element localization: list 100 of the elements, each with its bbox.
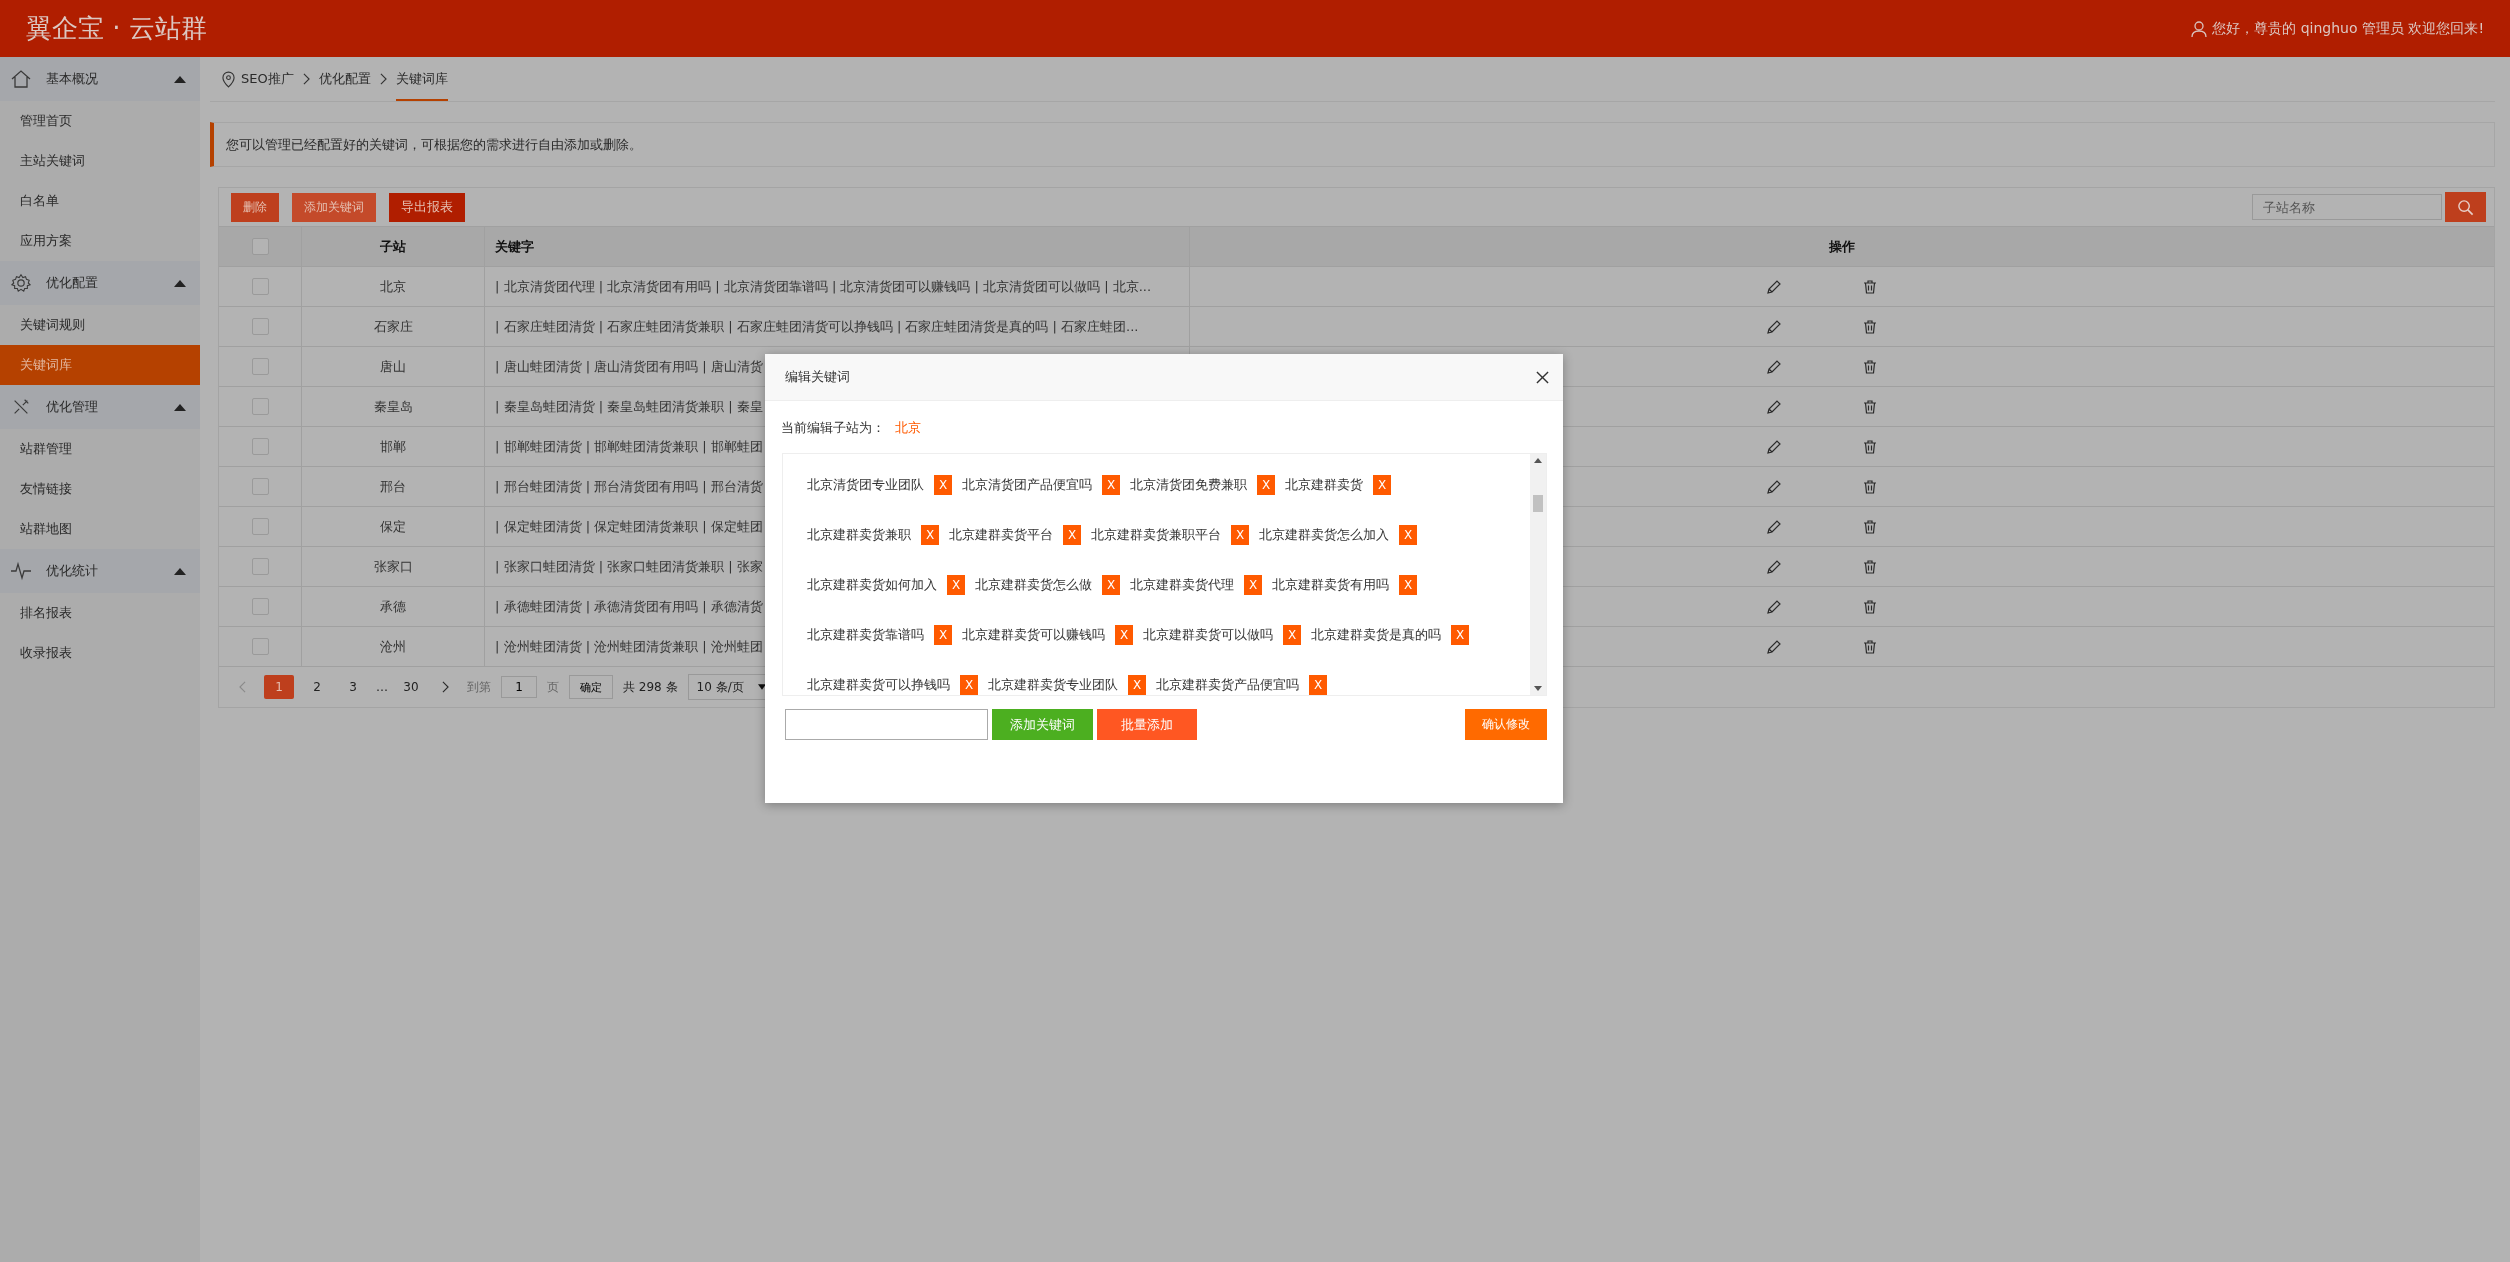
remove-button[interactable]: X [1451, 625, 1469, 645]
remove-button[interactable]: X [1102, 475, 1120, 495]
pencil-icon[interactable] [1766, 558, 1782, 575]
checkbox[interactable] [251, 438, 269, 455]
keyword-input[interactable] [785, 709, 988, 740]
page-ellipsis: … [376, 680, 388, 694]
scroll-down-icon[interactable] [1534, 686, 1542, 691]
caret-icon [174, 279, 186, 287]
page-button[interactable]: 3 [340, 675, 366, 699]
remove-button[interactable]: X [1399, 525, 1417, 545]
sidebar-item[interactable]: 排名报表 [0, 593, 200, 633]
trash-icon[interactable] [1862, 398, 1878, 415]
remove-button[interactable]: X [1115, 625, 1133, 645]
sidebar-item[interactable]: 收录报表 [0, 633, 200, 673]
column-header: 关键字 [495, 237, 534, 256]
scrollbar[interactable] [1530, 454, 1546, 695]
sidebar-group[interactable]: 优化统计 [0, 549, 200, 593]
remove-button[interactable]: X [921, 525, 939, 545]
checkbox[interactable] [251, 638, 269, 655]
pencil-icon[interactable] [1766, 398, 1782, 415]
breadcrumb-link[interactable]: SEO推广 [241, 57, 294, 101]
search-field[interactable]: 子站名称 [2252, 194, 2442, 220]
keyword-tag: 北京建群卖货有用吗 [1272, 576, 1389, 594]
toolbar-button[interactable]: 导出报表 [389, 192, 465, 222]
checkbox[interactable] [251, 358, 269, 375]
trash-icon[interactable] [1862, 598, 1878, 615]
remove-button[interactable]: X [1309, 675, 1327, 695]
sidebar-item[interactable]: 应用方案 [0, 221, 200, 261]
remove-button[interactable]: X [1102, 575, 1120, 595]
sidebar-item[interactable]: 友情链接 [0, 469, 200, 509]
toolbar-button[interactable]: 删除 [231, 192, 279, 222]
scroll-up-icon[interactable] [1534, 458, 1542, 463]
table-cell: | 邯郸蛙团清货 | 邯郸蛙团清货兼职 | 邯郸蛙团 [495, 437, 763, 456]
chevron-right-icon[interactable] [442, 681, 449, 693]
scroll-thumb[interactable] [1533, 495, 1543, 512]
keyword-tag: 北京建群卖货怎么做 [975, 576, 1092, 594]
add-keyword-button[interactable]: 添加关键词 [992, 709, 1093, 740]
sidebar-group[interactable]: 优化管理 [0, 385, 200, 429]
pencil-icon[interactable] [1766, 358, 1782, 375]
toolbar-button[interactable]: 添加关键词 [292, 192, 376, 222]
trash-icon[interactable] [1862, 558, 1878, 575]
remove-button[interactable]: X [1244, 575, 1262, 595]
remove-button[interactable]: X [1128, 675, 1146, 695]
page-button[interactable]: 1 [264, 675, 294, 699]
pencil-icon[interactable] [1766, 638, 1782, 655]
pencil-icon[interactable] [1766, 318, 1782, 335]
sidebar-item[interactable]: 关键词规则 [0, 305, 200, 345]
trash-icon[interactable] [1862, 478, 1878, 495]
column-header: 操作 [1828, 237, 1856, 256]
page-button[interactable]: 2 [304, 675, 330, 699]
keyword-tag: 北京清货团免费兼职 [1130, 476, 1247, 494]
checkbox[interactable] [251, 238, 269, 255]
page-input[interactable]: 1 [501, 676, 537, 698]
remove-button[interactable]: X [1063, 525, 1081, 545]
sidebar-item[interactable]: 站群地图 [0, 509, 200, 549]
trash-icon[interactable] [1862, 438, 1878, 455]
remove-button[interactable]: X [934, 475, 952, 495]
checkbox[interactable] [251, 398, 269, 415]
checkbox[interactable] [251, 598, 269, 615]
trash-icon[interactable] [1862, 278, 1878, 295]
remove-button[interactable]: X [1231, 525, 1249, 545]
close-icon[interactable] [1536, 370, 1549, 384]
keyword-tag: 北京建群卖货怎么加入 [1259, 526, 1389, 544]
trash-icon[interactable] [1862, 358, 1878, 375]
checkbox[interactable] [251, 518, 269, 535]
pencil-icon[interactable] [1766, 278, 1782, 295]
trash-icon[interactable] [1862, 318, 1878, 335]
checkbox[interactable] [251, 558, 269, 575]
page-button[interactable]: 30 [398, 675, 424, 699]
sidebar-item[interactable]: 管理首页 [0, 101, 200, 141]
pencil-icon[interactable] [1766, 438, 1782, 455]
remove-button[interactable]: X [1283, 625, 1301, 645]
caret-icon [174, 403, 186, 411]
search-button[interactable] [2445, 192, 2486, 222]
confirm-button[interactable]: 确定 [569, 675, 613, 699]
breadcrumb-link[interactable]: 关键词库 [395, 57, 448, 101]
checkbox[interactable] [251, 318, 269, 335]
batch-add-button[interactable]: 批量添加 [1097, 709, 1197, 740]
breadcrumb-link[interactable]: 优化配置 [318, 57, 371, 101]
sidebar-item[interactable]: 关键词库 [0, 345, 200, 385]
remove-button[interactable]: X [934, 625, 952, 645]
checkbox[interactable] [251, 478, 269, 495]
sidebar-item[interactable]: 主站关键词 [0, 141, 200, 181]
pulse-icon [10, 561, 32, 581]
trash-icon[interactable] [1862, 518, 1878, 535]
checkbox[interactable] [251, 278, 269, 295]
pencil-icon[interactable] [1766, 478, 1782, 495]
confirm-button[interactable]: 确认修改 [1465, 709, 1547, 740]
sidebar-item[interactable]: 站群管理 [0, 429, 200, 469]
sidebar-group[interactable]: 基本概况 [0, 57, 200, 101]
remove-button[interactable]: X [1257, 475, 1275, 495]
pencil-icon[interactable] [1766, 518, 1782, 535]
sidebar-group[interactable]: 优化配置 [0, 261, 200, 305]
pencil-icon[interactable] [1766, 598, 1782, 615]
remove-button[interactable]: X [1373, 475, 1391, 495]
remove-button[interactable]: X [947, 575, 965, 595]
sidebar-item[interactable]: 白名单 [0, 181, 200, 221]
remove-button[interactable]: X [1399, 575, 1417, 595]
remove-button[interactable]: X [960, 675, 978, 695]
trash-icon[interactable] [1862, 638, 1878, 655]
